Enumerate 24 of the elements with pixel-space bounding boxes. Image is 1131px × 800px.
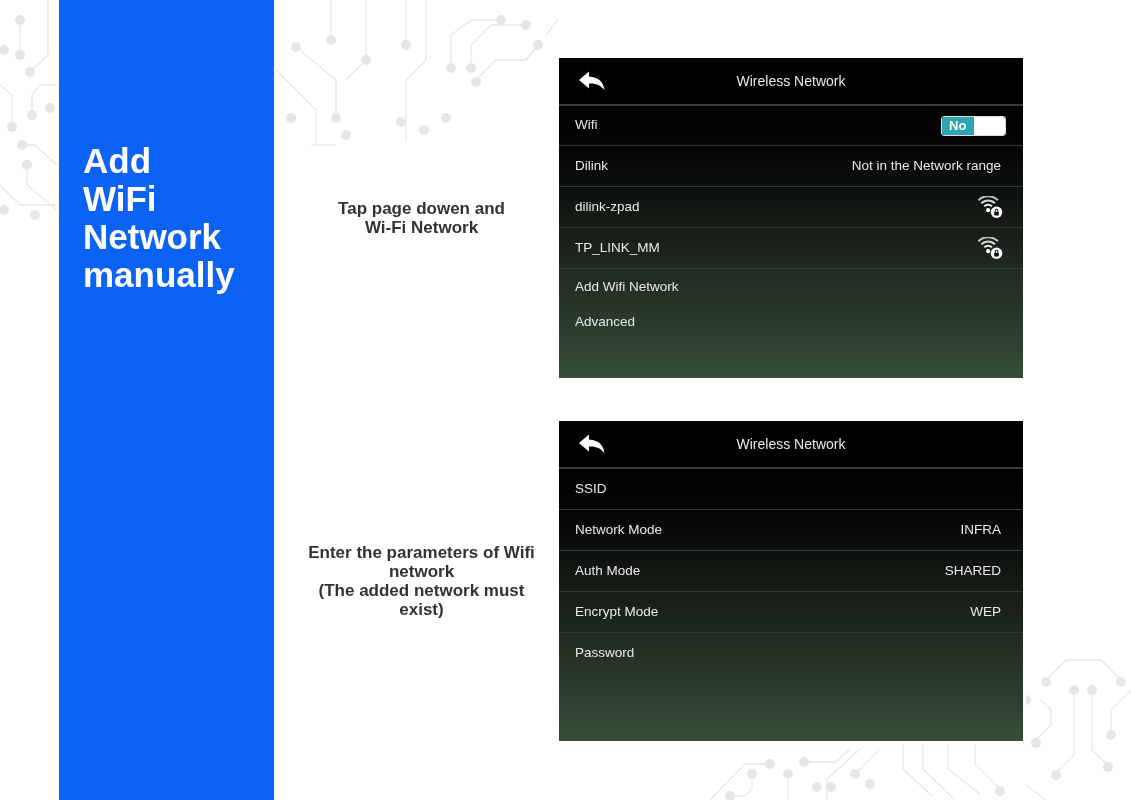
instruction-text: Enter the parameters of Wifi network (The added network must exist) — [308, 543, 535, 619]
slide-title: Add WiFi Network manually — [83, 142, 236, 294]
back-arrow-icon — [578, 434, 605, 454]
setting-label: Auth Mode — [575, 561, 641, 580]
setting-value: Not in the Network range — [851, 156, 1001, 175]
setting-value: SHARED — [944, 561, 1001, 580]
setting-label: Dilink — [575, 156, 608, 175]
menu-item[interactable]: Password — [559, 633, 1023, 674]
back-arrow-icon — [578, 71, 605, 91]
setting-value: INFRA — [960, 520, 1001, 539]
screen-title: Wireless Network — [736, 71, 846, 91]
setting-label: Encrypt Mode — [575, 602, 659, 621]
instruction-text: Tap page dowen and Wi-Fi Network — [338, 199, 505, 237]
menu-item[interactable]: Add Wifi Network — [559, 270, 1023, 304]
setting-value: WEP — [970, 602, 1001, 621]
menu-item[interactable]: SSID — [559, 469, 1023, 510]
menu-item[interactable]: Advanced — [559, 305, 1023, 339]
network-name[interactable]: dilink-zpad — [575, 196, 640, 218]
back-button[interactable] — [578, 71, 605, 91]
back-button[interactable] — [578, 434, 605, 454]
setting-label: Wifi — [575, 116, 598, 135]
screen-title: Wireless Network — [736, 434, 846, 454]
network-name[interactable]: TP_LINK_MM — [575, 237, 660, 259]
setting-label: Network Mode — [575, 520, 663, 539]
